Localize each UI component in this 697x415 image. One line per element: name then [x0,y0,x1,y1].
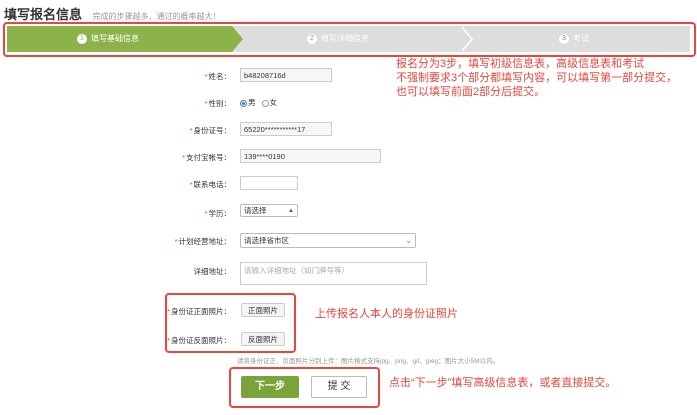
step-separator [460,26,471,52]
phone-input[interactable] [240,176,298,190]
steps-annotation-line: 报名分为3步，填写初级信息表，高级信息表和考试 [396,58,645,70]
id-number-label: *身份证号： [189,126,231,135]
steps-annotation-line: 也可以填写前面2部分后提交。 [396,86,546,98]
steps-annotation-line: 不强制要求3个部分都填写内容，可以填写第一部分提交， [396,72,678,84]
education-select[interactable]: 请选择 ▲︎ [240,204,298,217]
photo-upload-highlight [165,293,296,353]
id-number-input[interactable]: 65220***********17 [240,122,332,136]
steps-highlight [3,22,696,57]
gender-radio-group: 男 女 [240,97,277,108]
education-label: *学历： [204,209,231,218]
photo-upload-note: 请将身份证正、反面照片分别上传：图片格式支持jpg、png、gif、jpeg；图… [237,358,500,365]
education-select-value: 请选择 [244,206,267,215]
photo-annotation: 上传报名人本人的身份证照片 [315,308,458,320]
detail-address-textarea[interactable]: 请输入详细地址（如门牌号等） [240,262,427,285]
button-annotation: 点击“下一步”填写高级信息表，或者直接提交。 [389,377,617,389]
detail-address-label: 详细地址： [193,267,232,276]
name-input[interactable]: b48208716d [240,68,332,82]
page-header: 填写报名信息 完成的步骤越多，通过的概率越大！ [4,4,220,24]
name-label: *姓名： [204,72,231,81]
page-title: 填写报名信息 [4,7,83,22]
alipay-label: *支付宝帐号： [182,153,231,162]
phone-label: *联系电话： [189,180,231,189]
gender-male-label: 男 [248,98,256,107]
business-address-label: *计划经营地址： [174,237,231,246]
chevron-down-icon: ⌄ [405,236,412,245]
alipay-input[interactable]: 139****0190 [240,149,381,163]
gender-female-label: 女 [269,98,278,107]
buttons-highlight [229,367,380,408]
select-arrow-icon: ▲︎ [288,208,294,214]
page-subtitle: 完成的步骤越多，通过的概率越大！ [92,12,221,21]
business-address-select[interactable]: 请选择省市区 ⌄ [240,233,416,248]
steps-annotation: 报名分为3步，填写初级信息表，高级信息表和考试 不强制要求3个部分都填写内容，可… [396,57,677,99]
gender-female-radio[interactable] [261,99,269,107]
gender-label: *性别： [204,99,231,108]
business-address-value: 请选择省市区 [244,236,289,245]
gender-male-radio[interactable] [240,99,247,107]
